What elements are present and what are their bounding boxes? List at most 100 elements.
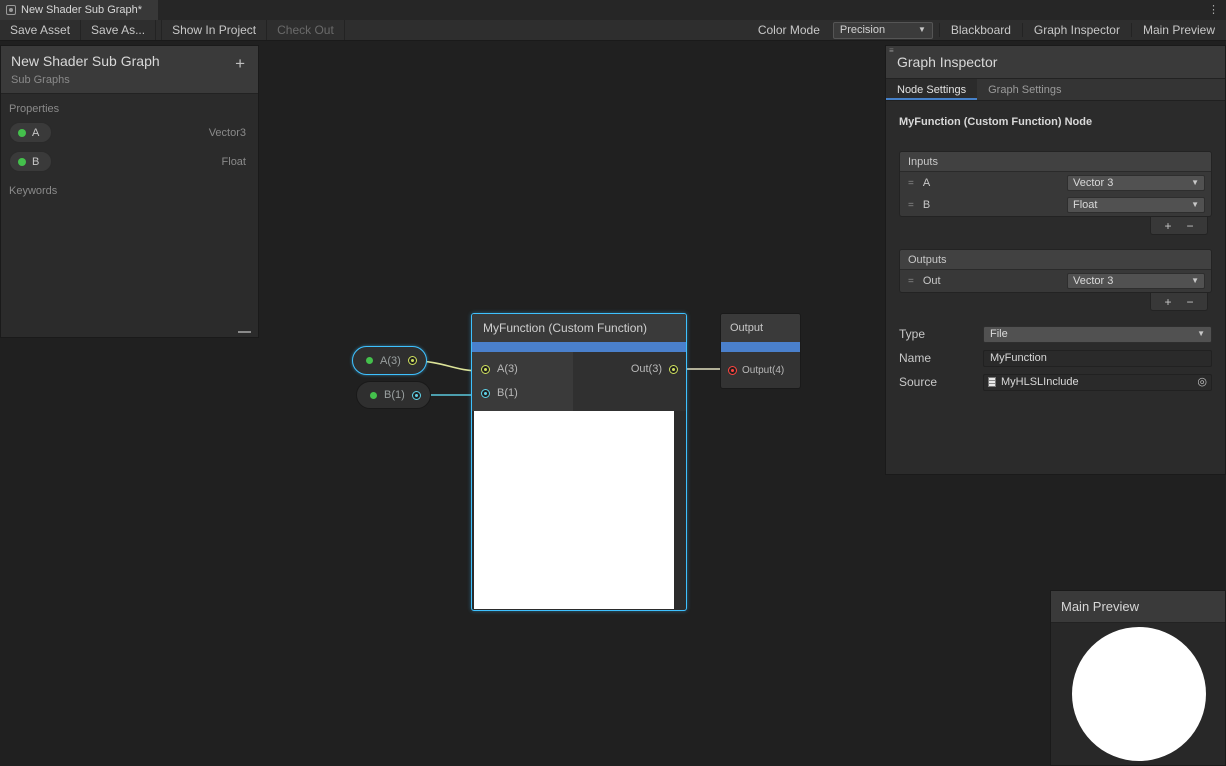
type-dropdown[interactable]: File ▼ [983,326,1212,343]
add-input-button[interactable]: + [1164,219,1171,233]
inputs-list-footer: + − [899,217,1208,235]
graph-inspector-header[interactable]: ≡ Graph Inspector [886,46,1225,79]
source-object-field[interactable]: MyHLSLInclude ◎ [983,374,1212,391]
blackboard-property-a-type: Vector3 [209,127,246,139]
input-port-row-a: A(3) [472,357,573,381]
blackboard-property-a-name: A [32,127,39,139]
outputs-footer-buttons: + − [1150,293,1208,311]
property-node-b[interactable]: B(1) [356,381,431,409]
name-field-row: Name [899,349,1212,367]
property-node-a[interactable]: A(3) [352,346,427,375]
object-picker-icon[interactable]: ◎ [1197,377,1207,388]
node-preview-image [474,411,674,609]
type-dropdown-value: File [990,328,1008,340]
blackboard-property-a[interactable]: A [9,122,52,143]
output-port-row-out: Out(3) [631,357,678,381]
source-object-value: MyHLSLInclude [1001,376,1079,388]
name-field-label: Name [899,351,983,365]
show-in-project-button[interactable]: Show In Project [161,20,267,40]
save-as-button[interactable]: Save As... [81,20,156,40]
blackboard-subtitle: Sub Graphs [11,74,248,86]
input-type-dropdown-b[interactable]: Float ▼ [1067,197,1205,213]
source-field-row: Source MyHLSLInclude ◎ [899,373,1212,391]
graph-file-icon [6,5,16,15]
property-node-b-label: B(1) [384,389,405,401]
inputs-row-a: = A Vector 3 ▼ [900,172,1211,194]
input-type-dropdown-a[interactable]: Vector 3 ▼ [1067,175,1205,191]
drag-handle-icon[interactable]: = [908,276,914,287]
exposed-property-dot [366,357,373,364]
remove-input-button[interactable]: − [1187,219,1194,233]
output-node[interactable]: Output Output(4) [720,313,801,389]
output-type-dropdown-out[interactable]: Vector 3 ▼ [1067,273,1205,289]
exposed-property-dot [370,392,377,399]
inputs-footer-buttons: + − [1150,217,1208,235]
chevron-down-icon: ▼ [1191,277,1199,285]
selected-node-title: MyFunction (Custom Function) Node [899,116,1212,128]
main-preview-panel: Main Preview [1050,590,1226,766]
main-preview-toggle-button[interactable]: Main Preview [1131,23,1226,37]
blackboard-property-b-name: B [32,156,39,168]
main-preview-header[interactable]: Main Preview [1051,591,1225,623]
property-a-output-port[interactable] [408,356,417,365]
inspector-body: MyFunction (Custom Function) Node Inputs… [886,101,1225,407]
precision-bar [721,342,800,352]
chevron-down-icon: ▼ [1197,330,1205,338]
input-ports-column: A(3) B(1) [472,352,573,411]
check-out-button[interactable]: Check Out [267,20,345,40]
name-input[interactable] [983,350,1212,367]
blackboard-toggle-button[interactable]: Blackboard [939,23,1022,37]
output-port-out[interactable] [669,365,678,374]
output-node-input-port[interactable] [728,366,737,375]
output-port-out-label: Out(3) [631,363,662,375]
toolbar-right-group: Color Mode Precision ▼ Blackboard Graph … [751,20,1226,40]
precision-dropdown[interactable]: Precision ▼ [833,22,933,39]
input-type-a-value: Vector 3 [1073,177,1113,189]
precision-bar [472,342,686,352]
remove-output-button[interactable]: − [1187,295,1194,309]
myfunction-node[interactable]: MyFunction (Custom Function) A(3) B(1) O… [471,313,687,611]
document-tab[interactable]: New Shader Sub Graph* [0,0,158,20]
graph-inspector-title: Graph Inspector [897,54,997,70]
blackboard-property-b-type: Float [222,156,246,168]
blackboard-header[interactable]: New Shader Sub Graph Sub Graphs + [1,46,258,94]
input-type-b-value: Float [1073,199,1097,211]
graph-toolbar: Save Asset Save As... Show In Project Ch… [0,20,1226,41]
output-node-header: Output [721,314,800,342]
property-b-output-port[interactable] [412,391,421,400]
outputs-row-out: = Out Vector 3 ▼ [900,270,1211,292]
input-port-a[interactable] [481,365,490,374]
drag-handle-icon[interactable]: ≡ [889,47,894,55]
output-name-out: Out [923,275,1067,287]
document-tab-strip: New Shader Sub Graph* ⋮ [0,0,1226,20]
add-output-button[interactable]: + [1164,295,1171,309]
property-node-a-label: A(3) [380,355,401,367]
input-port-row-b: B(1) [472,381,573,405]
drag-handle-icon[interactable]: = [908,178,914,189]
blackboard-resize-handle[interactable] [238,331,251,333]
input-port-b[interactable] [481,389,490,398]
color-mode-label: Color Mode [751,23,827,37]
exposed-property-dot [18,129,26,137]
save-asset-button[interactable]: Save Asset [0,20,81,40]
output-ports-column: Out(3) [573,352,686,411]
outputs-list-footer: + − [899,293,1208,311]
graph-inspector-toggle-button[interactable]: Graph Inspector [1022,23,1131,37]
blackboard-property-row-b: B Float [1,147,258,176]
input-name-b: B [923,199,1067,211]
shader-graph-window: New Shader Sub Graph* ⋮ Save Asset Save … [0,0,1226,766]
blackboard-property-b[interactable]: B [9,151,52,172]
tab-graph-settings[interactable]: Graph Settings [977,79,1072,100]
blackboard-property-row-a: A Vector3 [1,118,258,147]
type-field-label: Type [899,327,983,341]
window-menu-icon[interactable]: ⋮ [1208,2,1220,18]
chevron-down-icon: ▼ [918,26,926,34]
output-node-port-label: Output(4) [742,365,784,376]
drag-handle-icon[interactable]: = [908,200,914,211]
input-port-b-label: B(1) [497,387,518,399]
inspector-tab-bar: Node Settings Graph Settings [886,79,1225,101]
input-name-a: A [923,177,1067,189]
tab-node-settings[interactable]: Node Settings [886,79,977,100]
chevron-down-icon: ▼ [1191,179,1199,187]
add-property-button[interactable]: + [235,55,245,72]
